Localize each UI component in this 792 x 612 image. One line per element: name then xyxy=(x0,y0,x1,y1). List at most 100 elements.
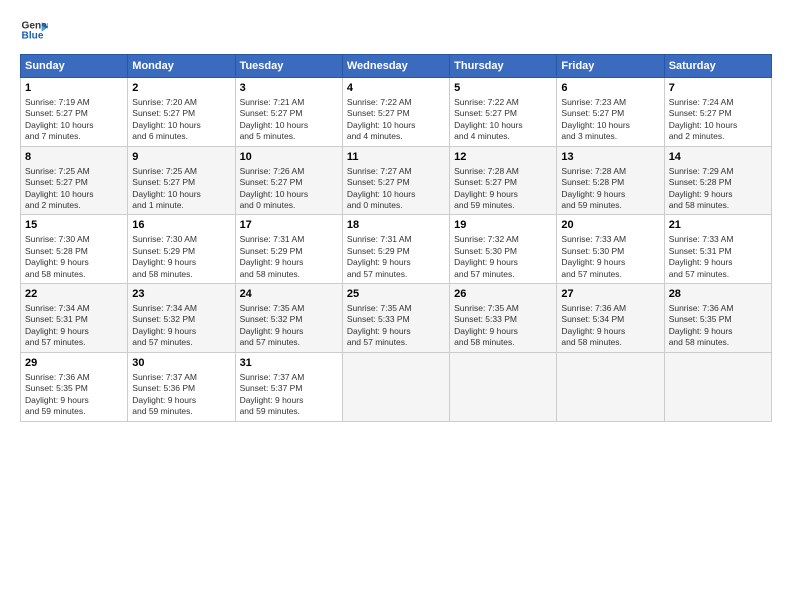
day-number: 28 xyxy=(669,287,767,302)
calendar-table: SundayMondayTuesdayWednesdayThursdayFrid… xyxy=(20,54,772,422)
day-cell: 10Sunrise: 7:26 AMSunset: 5:27 PMDayligh… xyxy=(235,146,342,215)
header-cell-sunday: Sunday xyxy=(21,55,128,78)
day-cell: 21Sunrise: 7:33 AMSunset: 5:31 PMDayligh… xyxy=(664,215,771,284)
day-info: Sunrise: 7:26 AMSunset: 5:27 PMDaylight:… xyxy=(240,166,338,212)
day-number: 26 xyxy=(454,287,552,302)
day-cell xyxy=(342,352,449,421)
day-info: Sunrise: 7:36 AMSunset: 5:34 PMDaylight:… xyxy=(561,303,659,349)
day-cell: 14Sunrise: 7:29 AMSunset: 5:28 PMDayligh… xyxy=(664,146,771,215)
day-cell: 25Sunrise: 7:35 AMSunset: 5:33 PMDayligh… xyxy=(342,284,449,353)
day-info: Sunrise: 7:27 AMSunset: 5:27 PMDaylight:… xyxy=(347,166,445,212)
day-cell: 12Sunrise: 7:28 AMSunset: 5:27 PMDayligh… xyxy=(450,146,557,215)
day-cell: 13Sunrise: 7:28 AMSunset: 5:28 PMDayligh… xyxy=(557,146,664,215)
day-cell: 24Sunrise: 7:35 AMSunset: 5:32 PMDayligh… xyxy=(235,284,342,353)
day-info: Sunrise: 7:28 AMSunset: 5:28 PMDaylight:… xyxy=(561,166,659,212)
day-cell: 22Sunrise: 7:34 AMSunset: 5:31 PMDayligh… xyxy=(21,284,128,353)
day-cell: 6Sunrise: 7:23 AMSunset: 5:27 PMDaylight… xyxy=(557,78,664,147)
page-header: General Blue xyxy=(20,16,772,44)
day-info: Sunrise: 7:36 AMSunset: 5:35 PMDaylight:… xyxy=(669,303,767,349)
day-info: Sunrise: 7:31 AMSunset: 5:29 PMDaylight:… xyxy=(347,234,445,280)
header-cell-saturday: Saturday xyxy=(664,55,771,78)
day-info: Sunrise: 7:34 AMSunset: 5:31 PMDaylight:… xyxy=(25,303,123,349)
day-cell: 8Sunrise: 7:25 AMSunset: 5:27 PMDaylight… xyxy=(21,146,128,215)
day-info: Sunrise: 7:25 AMSunset: 5:27 PMDaylight:… xyxy=(132,166,230,212)
day-number: 17 xyxy=(240,218,338,233)
day-cell: 7Sunrise: 7:24 AMSunset: 5:27 PMDaylight… xyxy=(664,78,771,147)
day-cell: 28Sunrise: 7:36 AMSunset: 5:35 PMDayligh… xyxy=(664,284,771,353)
day-number: 1 xyxy=(25,81,123,96)
day-info: Sunrise: 7:34 AMSunset: 5:32 PMDaylight:… xyxy=(132,303,230,349)
svg-text:Blue: Blue xyxy=(22,31,44,42)
day-cell xyxy=(557,352,664,421)
day-number: 16 xyxy=(132,218,230,233)
day-info: Sunrise: 7:33 AMSunset: 5:31 PMDaylight:… xyxy=(669,234,767,280)
day-info: Sunrise: 7:28 AMSunset: 5:27 PMDaylight:… xyxy=(454,166,552,212)
day-number: 7 xyxy=(669,81,767,96)
week-row-4: 22Sunrise: 7:34 AMSunset: 5:31 PMDayligh… xyxy=(21,284,772,353)
day-cell: 19Sunrise: 7:32 AMSunset: 5:30 PMDayligh… xyxy=(450,215,557,284)
day-info: Sunrise: 7:35 AMSunset: 5:33 PMDaylight:… xyxy=(347,303,445,349)
day-info: Sunrise: 7:25 AMSunset: 5:27 PMDaylight:… xyxy=(25,166,123,212)
day-info: Sunrise: 7:36 AMSunset: 5:35 PMDaylight:… xyxy=(25,372,123,418)
day-info: Sunrise: 7:24 AMSunset: 5:27 PMDaylight:… xyxy=(669,97,767,143)
day-number: 29 xyxy=(25,356,123,371)
day-number: 19 xyxy=(454,218,552,233)
day-info: Sunrise: 7:35 AMSunset: 5:33 PMDaylight:… xyxy=(454,303,552,349)
day-info: Sunrise: 7:30 AMSunset: 5:28 PMDaylight:… xyxy=(25,234,123,280)
header-cell-monday: Monday xyxy=(128,55,235,78)
day-number: 9 xyxy=(132,150,230,165)
day-info: Sunrise: 7:19 AMSunset: 5:27 PMDaylight:… xyxy=(25,97,123,143)
day-cell: 16Sunrise: 7:30 AMSunset: 5:29 PMDayligh… xyxy=(128,215,235,284)
day-info: Sunrise: 7:23 AMSunset: 5:27 PMDaylight:… xyxy=(561,97,659,143)
day-info: Sunrise: 7:29 AMSunset: 5:28 PMDaylight:… xyxy=(669,166,767,212)
day-info: Sunrise: 7:21 AMSunset: 5:27 PMDaylight:… xyxy=(240,97,338,143)
day-info: Sunrise: 7:22 AMSunset: 5:27 PMDaylight:… xyxy=(454,97,552,143)
week-row-1: 1Sunrise: 7:19 AMSunset: 5:27 PMDaylight… xyxy=(21,78,772,147)
week-row-3: 15Sunrise: 7:30 AMSunset: 5:28 PMDayligh… xyxy=(21,215,772,284)
logo-icon: General Blue xyxy=(20,16,48,44)
day-cell: 29Sunrise: 7:36 AMSunset: 5:35 PMDayligh… xyxy=(21,352,128,421)
week-row-5: 29Sunrise: 7:36 AMSunset: 5:35 PMDayligh… xyxy=(21,352,772,421)
day-info: Sunrise: 7:31 AMSunset: 5:29 PMDaylight:… xyxy=(240,234,338,280)
day-number: 24 xyxy=(240,287,338,302)
day-number: 15 xyxy=(25,218,123,233)
header-cell-tuesday: Tuesday xyxy=(235,55,342,78)
day-info: Sunrise: 7:33 AMSunset: 5:30 PMDaylight:… xyxy=(561,234,659,280)
day-cell: 5Sunrise: 7:22 AMSunset: 5:27 PMDaylight… xyxy=(450,78,557,147)
day-cell: 4Sunrise: 7:22 AMSunset: 5:27 PMDaylight… xyxy=(342,78,449,147)
day-number: 13 xyxy=(561,150,659,165)
day-number: 5 xyxy=(454,81,552,96)
day-cell: 26Sunrise: 7:35 AMSunset: 5:33 PMDayligh… xyxy=(450,284,557,353)
day-cell: 2Sunrise: 7:20 AMSunset: 5:27 PMDaylight… xyxy=(128,78,235,147)
day-number: 2 xyxy=(132,81,230,96)
day-cell: 11Sunrise: 7:27 AMSunset: 5:27 PMDayligh… xyxy=(342,146,449,215)
day-number: 30 xyxy=(132,356,230,371)
day-cell xyxy=(664,352,771,421)
day-number: 12 xyxy=(454,150,552,165)
day-number: 14 xyxy=(669,150,767,165)
day-number: 20 xyxy=(561,218,659,233)
day-number: 23 xyxy=(132,287,230,302)
day-info: Sunrise: 7:32 AMSunset: 5:30 PMDaylight:… xyxy=(454,234,552,280)
header-cell-friday: Friday xyxy=(557,55,664,78)
day-info: Sunrise: 7:35 AMSunset: 5:32 PMDaylight:… xyxy=(240,303,338,349)
day-cell: 30Sunrise: 7:37 AMSunset: 5:36 PMDayligh… xyxy=(128,352,235,421)
day-number: 6 xyxy=(561,81,659,96)
day-number: 25 xyxy=(347,287,445,302)
day-number: 18 xyxy=(347,218,445,233)
day-cell: 23Sunrise: 7:34 AMSunset: 5:32 PMDayligh… xyxy=(128,284,235,353)
day-cell: 3Sunrise: 7:21 AMSunset: 5:27 PMDaylight… xyxy=(235,78,342,147)
day-number: 3 xyxy=(240,81,338,96)
day-number: 8 xyxy=(25,150,123,165)
day-number: 21 xyxy=(669,218,767,233)
day-info: Sunrise: 7:37 AMSunset: 5:37 PMDaylight:… xyxy=(240,372,338,418)
day-number: 31 xyxy=(240,356,338,371)
day-number: 10 xyxy=(240,150,338,165)
day-cell: 31Sunrise: 7:37 AMSunset: 5:37 PMDayligh… xyxy=(235,352,342,421)
day-number: 22 xyxy=(25,287,123,302)
day-cell: 17Sunrise: 7:31 AMSunset: 5:29 PMDayligh… xyxy=(235,215,342,284)
day-cell: 27Sunrise: 7:36 AMSunset: 5:34 PMDayligh… xyxy=(557,284,664,353)
day-cell: 18Sunrise: 7:31 AMSunset: 5:29 PMDayligh… xyxy=(342,215,449,284)
day-number: 27 xyxy=(561,287,659,302)
header-cell-wednesday: Wednesday xyxy=(342,55,449,78)
